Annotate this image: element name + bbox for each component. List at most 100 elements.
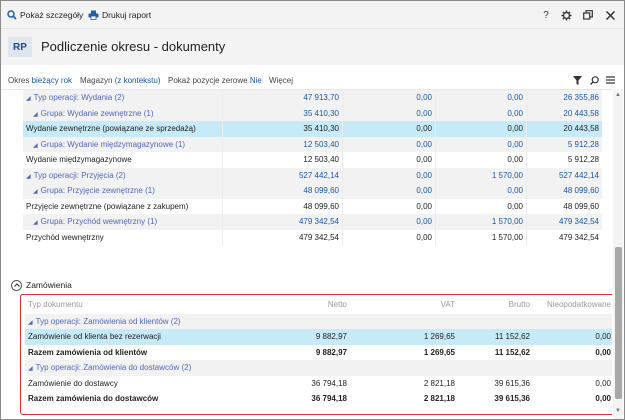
- hamburger-menu-icon: [605, 76, 615, 84]
- cell-vat: 0,00: [343, 229, 436, 245]
- group-row[interactable]: ◢ Grupa: Wydanie międzymagazynowe (1) 12 5…: [23, 136, 602, 152]
- filter-zero-items[interactable]: Pokaż pozycje zerowe Nie: [168, 76, 262, 85]
- row-label: Typ operacji: Zamówienia do dostawców (2…: [35, 363, 192, 372]
- group-row[interactable]: ◢ Typ operacji: Przyjęcia (2) 527 442,14 0,…: [23, 167, 602, 183]
- table-row[interactable]: Zamówienie do dostawcy 36 794,18 2 821,18 3…: [25, 375, 612, 391]
- close-button[interactable]: [603, 8, 617, 22]
- cell-brutto: 0,00: [436, 105, 527, 121]
- expand-triangle-icon[interactable]: ◢: [33, 112, 38, 118]
- cell-brutto: 0,00: [436, 136, 527, 152]
- help-button[interactable]: ?: [539, 8, 553, 22]
- scrollbar-thumb[interactable]: [615, 247, 622, 399]
- cell-name: Wydanie zewnętrzne (powiązane ze sprzeda…: [23, 121, 223, 137]
- cell-nieop: 26 355,86: [563, 93, 599, 102]
- cell-brutto: 1 570,00: [436, 229, 527, 245]
- table-row[interactable]: Razem zamówienia od klientów 9 882,97 1 26…: [25, 344, 612, 361]
- cell-nieop: 527 442,14: [558, 170, 599, 180]
- filter-more[interactable]: Więcej: [269, 76, 293, 85]
- column-header[interactable]: Typ dokumentu: [25, 297, 245, 313]
- expand-triangle-icon[interactable]: ◢: [28, 320, 33, 326]
- cell-nieop: 479 342,54: [558, 217, 599, 226]
- group-row[interactable]: ◢ Grupa: Wydanie zewnętrzne (1) 35 410,30 0…: [23, 105, 602, 121]
- filter-warehouse[interactable]: Magazyn (z kontekstu): [80, 76, 161, 85]
- group-row[interactable]: ◢ Typ operacji: Wydania (2) 47 913,70 0,00 0…: [23, 90, 602, 106]
- cell-nieop: 0,00: [595, 394, 611, 403]
- cell-name: Przychód wewnętrzny: [23, 229, 223, 245]
- cell-vat: 0,00: [343, 183, 436, 199]
- cell-vat: 0,00: [343, 152, 436, 168]
- column-header[interactable]: Brutto: [458, 297, 533, 313]
- cell-netto: [245, 360, 350, 376]
- column-header[interactable]: VAT: [350, 297, 458, 313]
- cell-vat: 2 821,18: [423, 394, 455, 403]
- group-row[interactable]: ◢ Typ operacji: Zamówienia od klientów (2…: [25, 313, 612, 330]
- row-label: Przyjęcie zewnętrzne (powiązane z zakupe…: [26, 201, 189, 211]
- filter-bar: Okres bieżący rok Magazyn (z kontekstu) …: [1, 71, 624, 89]
- close-icon: [605, 10, 615, 20]
- cell-brutto: 0,00: [436, 152, 527, 168]
- orders-section-title: Zamówienia: [26, 280, 72, 290]
- group-row[interactable]: ◢ Grupa: Przychód wewnętrzny (1) 479 342,5…: [23, 214, 602, 230]
- cell-vat: 0,00: [343, 136, 436, 152]
- search-icon: [7, 10, 17, 20]
- filter-zero-label: Pokaż pozycje zerowe: [168, 76, 248, 85]
- search-button[interactable]: [589, 75, 599, 85]
- app-window: Pokaż szczegóły Drukuj raport ? RP Podli…: [0, 0, 625, 420]
- filter-period[interactable]: Okres bieżący rok: [8, 76, 72, 85]
- cell-name: Razem zamówienia od klientów: [25, 345, 245, 361]
- restore-button[interactable]: [581, 8, 595, 22]
- cell-vat: 0,00: [343, 90, 436, 106]
- orders-section-toggle[interactable]: Zamówienia: [11, 279, 72, 291]
- restore-window-icon: [583, 10, 593, 20]
- table-row[interactable]: Przyjęcie zewnętrzne (powiązane z zakupe…: [23, 198, 602, 214]
- table-row[interactable]: Wydanie zewnętrzne (powiązane ze sprzeda…: [23, 121, 602, 137]
- row-label: Grupa: Wydanie międzymagazynowe (1): [40, 139, 186, 149]
- show-details-button[interactable]: Pokaż szczegóły: [7, 8, 83, 22]
- search-icon: [589, 75, 599, 85]
- row-label: Zamówienie od klienta bez rezerwacji: [28, 332, 161, 341]
- group-row[interactable]: ◢ Typ operacji: Zamówienia do dostawców (…: [25, 360, 612, 376]
- cell-netto: 48 099,60: [223, 183, 343, 199]
- table-row[interactable]: Razem zamówienia do dostawców 36 794,18 2 …: [25, 391, 612, 407]
- cell-name: ◢ Typ operacji: Zamówienia od klientów (2…: [25, 314, 245, 330]
- filter-funnel-button[interactable]: [572, 75, 582, 85]
- cell-vat: 0,00: [343, 105, 436, 121]
- cell-nieop: 0,00: [595, 378, 611, 388]
- cell-nieop: 20 443,58: [563, 108, 599, 118]
- row-label: Razem zamówienia od klientów: [28, 347, 148, 357]
- filter-period-value: bieżący rok: [31, 76, 73, 85]
- row-label: Grupa: Przyjęcie zewnętrzne (1): [40, 186, 155, 195]
- menu-button[interactable]: [605, 75, 615, 85]
- filter-warehouse-value: (z kontekstu): [114, 76, 161, 85]
- print-report-button[interactable]: Drukuj raport: [88, 8, 151, 22]
- group-row[interactable]: ◢ Grupa: Przyjęcie zewnętrzne (1) 48 099,6…: [23, 183, 602, 199]
- column-header[interactable]: Nieopodatkowane: [533, 297, 612, 313]
- table-row[interactable]: Przychód wewnętrzny 479 342,54 0,00 1 570,0…: [23, 229, 602, 245]
- cell-name: Zamówienie od klienta bez rezerwacji: [25, 329, 245, 345]
- cell-brutto: [458, 314, 533, 330]
- cell-vat: [350, 360, 458, 376]
- expand-triangle-icon[interactable]: ◢: [28, 366, 33, 372]
- cell-netto: 36 794,18: [311, 394, 347, 403]
- gear-icon: [560, 9, 572, 21]
- cell-name: Przyjęcie zewnętrzne (powiązane z zakupe…: [23, 198, 223, 214]
- row-label: Grupa: Wydanie zewnętrzne (1): [40, 108, 154, 118]
- expand-triangle-icon[interactable]: ◢: [33, 189, 38, 195]
- expand-triangle-icon[interactable]: ◢: [26, 174, 31, 180]
- cell-netto: 9 882,97: [315, 332, 347, 341]
- scroll-down-arrow[interactable]: ▼: [613, 407, 623, 415]
- table-row[interactable]: Wydanie międzymagazynowe 12 503,40 0,00 0,0…: [23, 152, 602, 168]
- expand-triangle-icon[interactable]: ◢: [33, 220, 38, 226]
- table-row[interactable]: Zamówienie od klienta bez rezerwacji 9 88…: [25, 329, 612, 345]
- expand-triangle-icon[interactable]: ◢: [33, 143, 38, 149]
- cell-brutto: 1 570,00: [436, 167, 527, 183]
- cell-vat: 0,00: [343, 214, 436, 230]
- cell-vat: 1 269,65: [423, 347, 455, 357]
- cell-nieop: 48 099,60: [563, 186, 599, 195]
- expand-triangle-icon[interactable]: ◢: [26, 96, 31, 102]
- cell-vat: 0,00: [343, 198, 436, 214]
- column-header[interactable]: Netto: [245, 297, 350, 313]
- cell-brutto: [458, 360, 533, 376]
- settings-button[interactable]: [559, 8, 573, 22]
- scroll-up-arrow[interactable]: ▲: [613, 91, 623, 99]
